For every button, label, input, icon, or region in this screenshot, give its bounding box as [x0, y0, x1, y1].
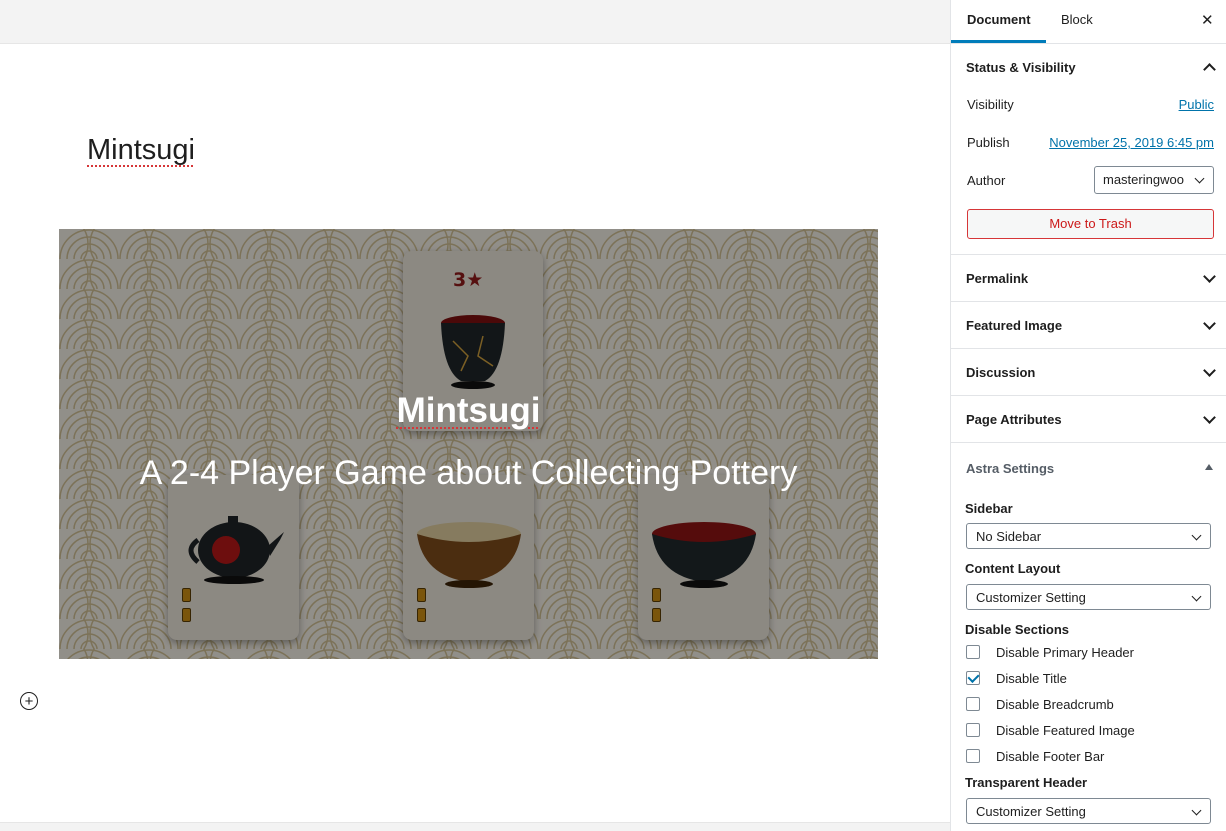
chevron-down-icon — [1191, 591, 1202, 602]
settings-sidebar: Document Block ✕ Status & Visibility Vis… — [950, 0, 1226, 831]
chevron-down-icon — [1191, 805, 1202, 816]
panel-featured-image[interactable]: Featured Image — [951, 302, 1226, 349]
disable-featured-image-checkbox[interactable] — [966, 723, 980, 737]
sidebar-tabs: Document Block ✕ — [951, 0, 1226, 44]
cover-title-text[interactable]: Mintsugi — [397, 391, 541, 430]
chevron-down-icon — [1203, 270, 1216, 283]
status-visibility-toggle[interactable]: Status & Visibility — [951, 44, 1226, 91]
editor-top-bar — [0, 0, 950, 44]
publish-label: Publish — [967, 135, 1010, 150]
author-select[interactable]: masteringwoo — [1094, 166, 1214, 194]
close-icon[interactable]: ✕ — [1201, 11, 1214, 29]
disable-footer-bar-checkbox[interactable] — [966, 749, 980, 763]
content-layout-label: Content Layout — [965, 561, 1061, 576]
disable-breadcrumb-label[interactable]: Disable Breadcrumb — [996, 697, 1114, 712]
transparent-header-select[interactable]: Customizer Setting — [966, 798, 1211, 824]
content-layout-select[interactable]: Customizer Setting — [966, 584, 1211, 610]
content-layout-value: Customizer Setting — [976, 590, 1086, 605]
panel-permalink-label: Permalink — [966, 271, 1029, 286]
sidebar-layout-label: Sidebar — [965, 501, 1013, 516]
move-to-trash-button[interactable]: Move to Trash — [967, 209, 1214, 239]
chevron-up-icon — [1203, 63, 1216, 76]
disable-footer-bar-label[interactable]: Disable Footer Bar — [996, 749, 1104, 764]
status-visibility-panel: Status & Visibility Visibility Public Pu… — [951, 44, 1226, 255]
disable-title-label[interactable]: Disable Title — [996, 671, 1067, 686]
disable-title-checkbox[interactable] — [966, 671, 980, 685]
panel-page-attributes[interactable]: Page Attributes — [951, 396, 1226, 443]
status-visibility-heading: Status & Visibility — [966, 60, 1076, 75]
author-label: Author — [967, 173, 1006, 188]
disable-featured-image-label[interactable]: Disable Featured Image — [996, 723, 1135, 738]
disable-primary-header-label[interactable]: Disable Primary Header — [996, 645, 1134, 660]
transparent-header-label: Transparent Header — [965, 775, 1088, 790]
panel-discussion-label: Discussion — [966, 365, 1036, 380]
tab-block[interactable]: Block — [1061, 0, 1093, 44]
post-title[interactable]: Mintsugi — [87, 134, 195, 167]
editor-canvas: Mintsugi 3★ Mintsugi A 2-4 Player Game a… — [0, 0, 950, 831]
editor-bottom-bar — [0, 822, 950, 831]
panel-permalink[interactable]: Permalink — [951, 255, 1226, 302]
chevron-down-icon — [1203, 317, 1216, 330]
astra-settings-heading: Astra Settings — [966, 461, 1055, 476]
chevron-down-icon — [1203, 411, 1216, 424]
disable-sections-label: Disable Sections — [965, 622, 1070, 637]
disable-primary-header-checkbox[interactable] — [966, 645, 980, 659]
triangle-up-icon — [1205, 464, 1213, 470]
disable-breadcrumb-checkbox[interactable] — [966, 697, 980, 711]
active-tab-indicator — [951, 40, 1046, 43]
sidebar-layout-select[interactable]: No Sidebar — [966, 523, 1211, 549]
sidebar-layout-value: No Sidebar — [976, 529, 1042, 544]
chevron-down-icon — [1191, 530, 1202, 541]
panel-featured-image-label: Featured Image — [966, 318, 1063, 333]
astra-settings-body: Sidebar No Sidebar Content Layout Custom… — [951, 493, 1226, 831]
chevron-down-icon — [1194, 173, 1205, 184]
astra-settings-toggle[interactable]: Astra Settings — [951, 443, 1226, 493]
visibility-link[interactable]: Public — [1179, 97, 1214, 112]
cover-block[interactable]: 3★ Mintsugi A 2-4 Player Game about Coll… — [59, 229, 878, 659]
publish-date-link[interactable]: November 25, 2019 6:45 pm — [1049, 135, 1214, 150]
panel-page-attributes-label: Page Attributes — [966, 412, 1062, 427]
tab-document[interactable]: Document — [967, 0, 1031, 44]
author-select-value: masteringwoo — [1103, 172, 1184, 187]
cover-title[interactable]: Mintsugi — [59, 391, 878, 431]
cover-dim-overlay — [59, 229, 878, 659]
visibility-label: Visibility — [967, 97, 1014, 112]
cover-subtitle[interactable]: A 2-4 Player Game about Collecting Potte… — [59, 454, 878, 493]
panel-discussion[interactable]: Discussion — [951, 349, 1226, 396]
chevron-down-icon — [1203, 364, 1216, 377]
add-block-button[interactable]: + — [20, 692, 38, 710]
transparent-header-value: Customizer Setting — [976, 804, 1086, 819]
